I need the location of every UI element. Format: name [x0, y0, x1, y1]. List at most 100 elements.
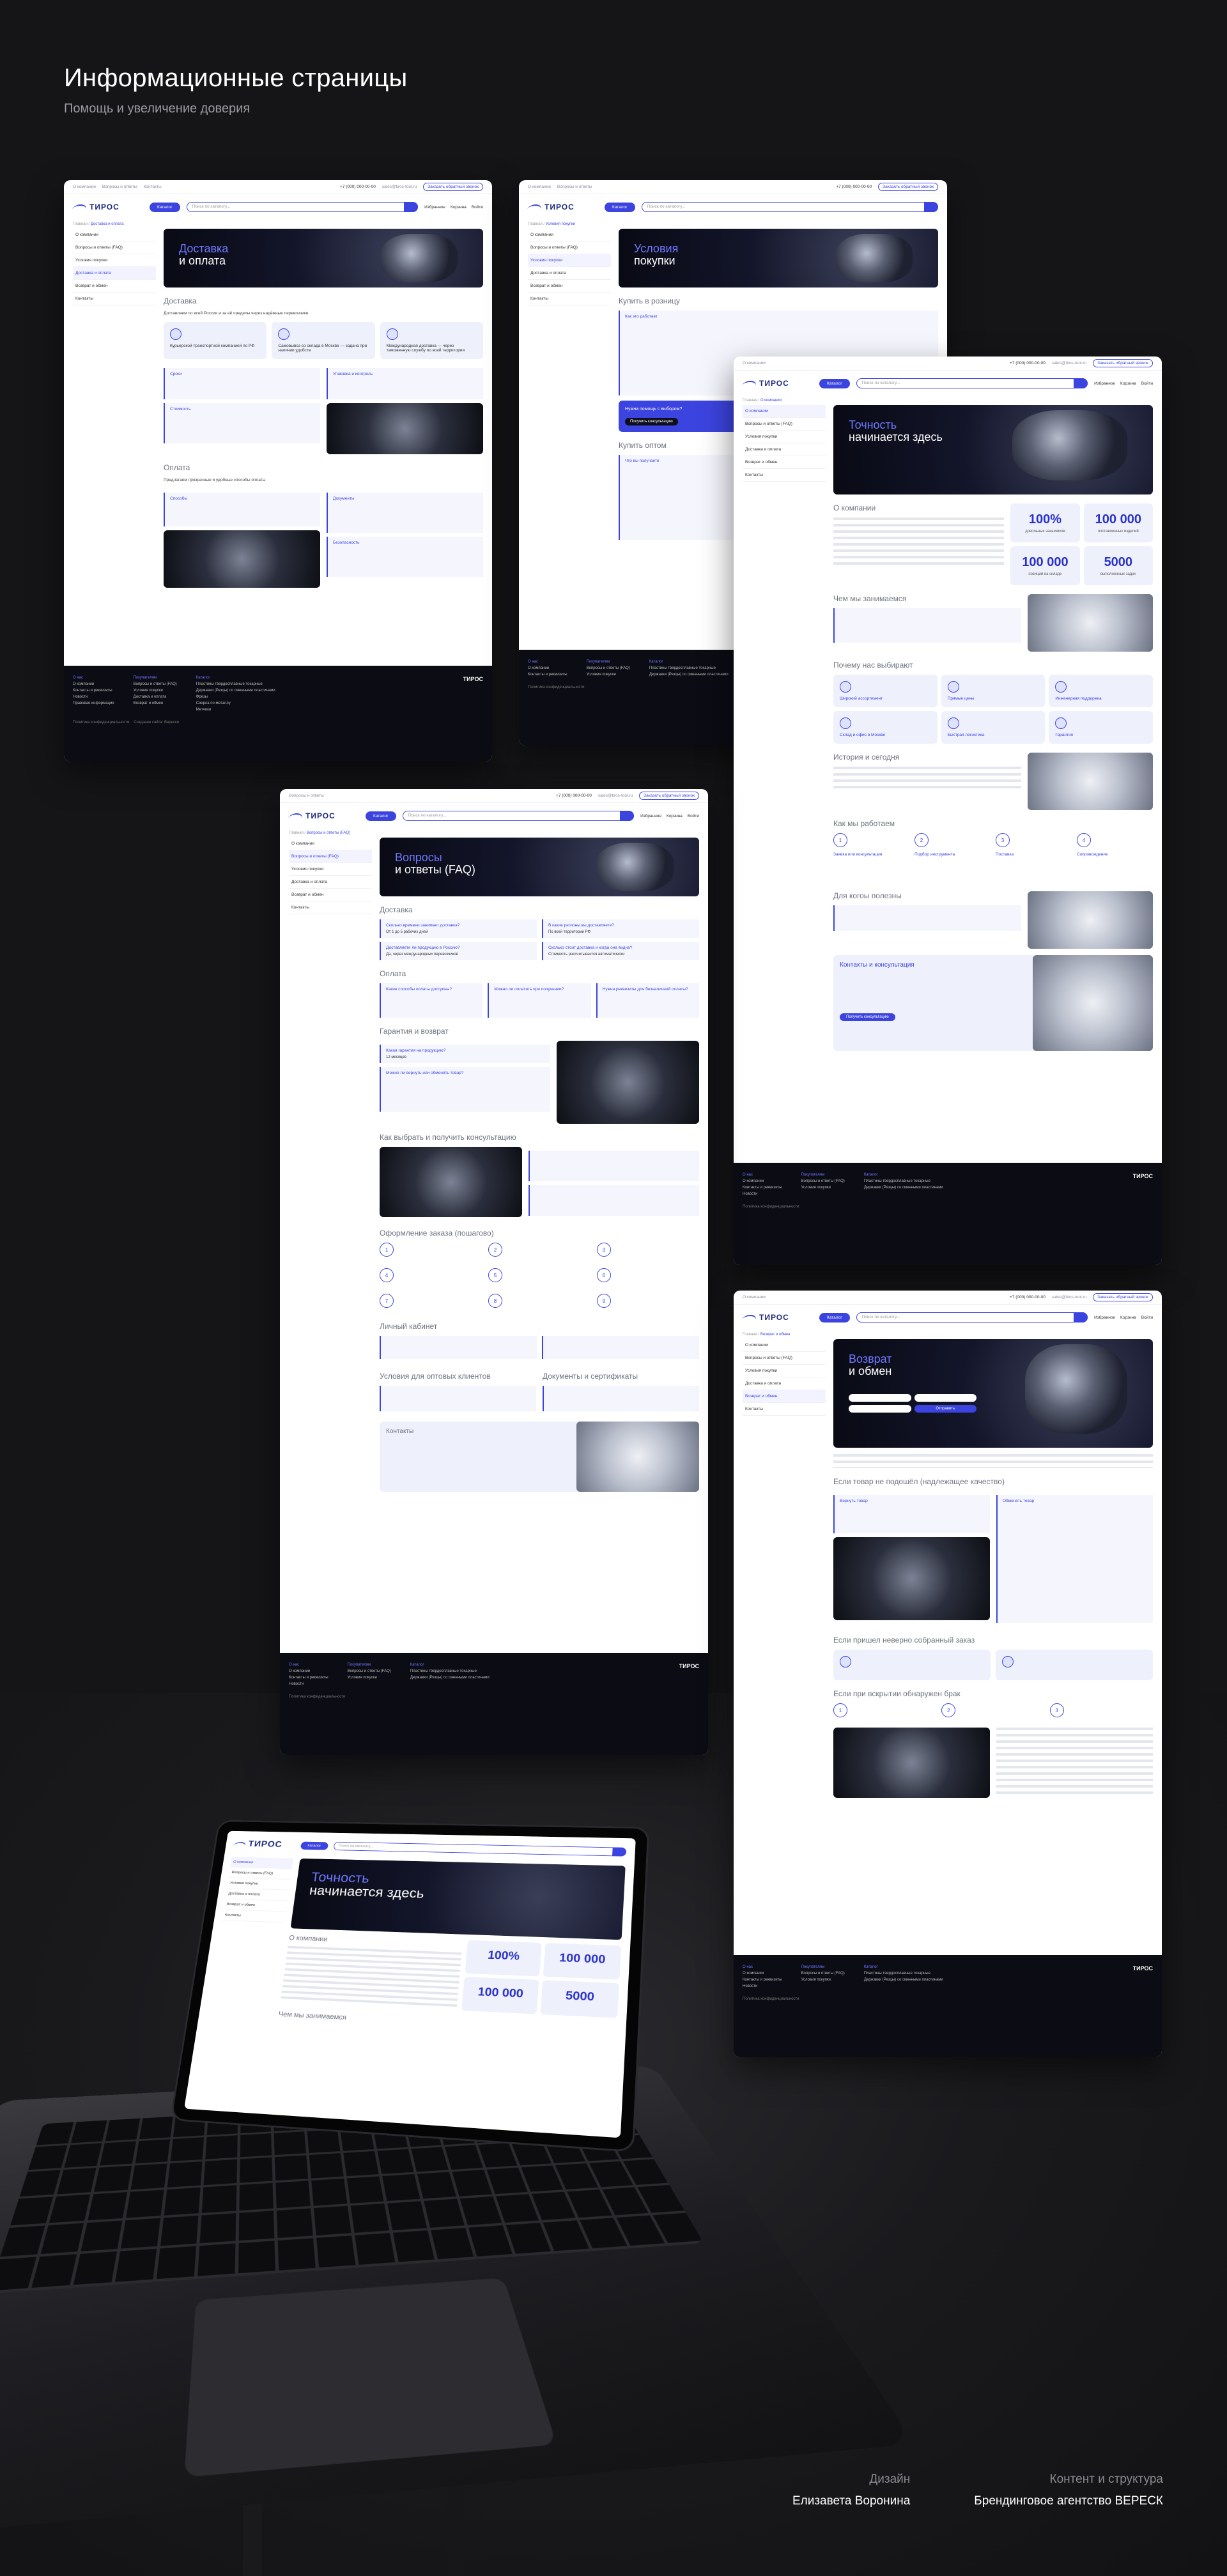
- logo[interactable]: ТИРОС: [289, 811, 359, 820]
- footer-link[interactable]: Новости: [743, 1984, 782, 1988]
- faq-item[interactable]: Доставляете ли продукцию в Россию? Да, че…: [380, 942, 537, 960]
- footer-link[interactable]: Пластины твердосплавные токарные: [196, 682, 275, 686]
- cart-icon[interactable]: Корзина: [1120, 381, 1136, 386]
- phone[interactable]: +7 (000) 000-00-00: [340, 185, 376, 189]
- callback-button[interactable]: Заказать обратный звонок: [639, 792, 699, 800]
- logo[interactable]: ТИРОС: [743, 379, 813, 388]
- privacy-link[interactable]: Политика конфиденциальности: [289, 1695, 346, 1699]
- faq-item[interactable]: [542, 1336, 699, 1359]
- top-link[interactable]: Вопросы и ответы: [557, 185, 592, 189]
- footer-link[interactable]: Правовая информация: [73, 702, 114, 705]
- footer-link[interactable]: Контакты и реквизиты: [528, 673, 567, 677]
- sidebar-item[interactable]: Доставка и оплата: [743, 443, 826, 456]
- footer-link[interactable]: Метчики: [196, 708, 275, 712]
- submit-button[interactable]: Отправить: [914, 1405, 977, 1413]
- footer-link[interactable]: Условия покупки: [587, 673, 630, 677]
- faq-item[interactable]: Нужна реквизиты для безналичной оплаты?: [596, 983, 699, 1018]
- faq-item[interactable]: Можно ли оплатить при получении?: [488, 983, 590, 1018]
- form-field[interactable]: [849, 1405, 911, 1413]
- footer-link[interactable]: Условия покупки: [801, 1186, 845, 1190]
- footer-link[interactable]: Пластины твердосплавные токарные: [410, 1669, 490, 1673]
- sidebar-item[interactable]: Контакты: [743, 1403, 826, 1416]
- sidebar-item[interactable]: Условия покупки: [73, 254, 156, 267]
- email[interactable]: sales@tiros-tool.ru: [1052, 361, 1086, 365]
- sidebar-item[interactable]: О компании: [289, 838, 372, 850]
- footer-link[interactable]: О компании: [528, 666, 567, 670]
- favorites-icon[interactable]: Избранное: [424, 205, 445, 210]
- callback-button[interactable]: Заказать обратный звонок: [423, 183, 483, 191]
- footer-link[interactable]: Вопросы и ответы (FAQ): [801, 1179, 845, 1183]
- faq-item[interactable]: Сколько времени занимает доставка? От 1 д…: [380, 919, 537, 938]
- cart-icon[interactable]: Корзина: [1120, 1315, 1136, 1320]
- footer-link[interactable]: Вопросы и ответы (FAQ): [134, 682, 177, 686]
- sidebar-item[interactable]: Доставка и оплата: [289, 876, 372, 889]
- sidebar-item-active[interactable]: Вопросы и ответы (FAQ): [289, 850, 372, 863]
- phone[interactable]: +7 (000) 000-00-00: [836, 185, 872, 189]
- footer-link[interactable]: Державки (Резцы) со сменными пластинами: [410, 1676, 490, 1680]
- favorites-icon[interactable]: Избранное: [640, 814, 661, 818]
- catalog-button[interactable]: Каталог: [366, 811, 396, 821]
- privacy-link[interactable]: Политика конфиденциальности: [73, 721, 130, 724]
- top-link[interactable]: О компании: [73, 185, 96, 189]
- sidebar-item[interactable]: Контакты: [289, 901, 372, 914]
- sidebar-item[interactable]: Возврат и обмен: [73, 280, 156, 293]
- footer-link[interactable]: Доставка и оплата: [134, 695, 177, 699]
- logo[interactable]: ТИРОС: [743, 1313, 813, 1322]
- top-link[interactable]: О компании: [528, 185, 551, 189]
- sidebar-item-active[interactable]: О компании: [743, 405, 826, 418]
- cart-icon[interactable]: Корзина: [667, 814, 683, 818]
- sidebar-item[interactable]: Вопросы и ответы (FAQ): [73, 241, 156, 254]
- footer-link[interactable]: Возврат и обмен: [134, 702, 177, 705]
- footer-link[interactable]: Сверла по металлу: [196, 702, 275, 705]
- sidebar-item[interactable]: Контакты: [222, 1910, 286, 1922]
- sidebar-item[interactable]: Контакты: [73, 293, 156, 305]
- sidebar-item-active[interactable]: Условия покупки: [528, 254, 611, 267]
- sidebar-item-active[interactable]: Доставка и оплата: [73, 267, 156, 280]
- callback-button[interactable]: Заказать обратный звонок: [1093, 1293, 1153, 1301]
- email[interactable]: sales@tiros-tool.ru: [382, 185, 417, 189]
- footer-link[interactable]: Державки (Резцы) со сменными пластинами: [649, 673, 729, 677]
- faq-item[interactable]: Можно ли вернуть или обменять товар?: [380, 1067, 550, 1112]
- faq-item[interactable]: Какая гарантия на продукцию? 12 месяцев: [380, 1045, 550, 1063]
- footer-link[interactable]: Вопросы и ответы (FAQ): [348, 1669, 391, 1673]
- sidebar-item[interactable]: О компании: [528, 229, 611, 241]
- callback-button[interactable]: Заказать обратный звонок: [878, 183, 938, 191]
- catalog-button[interactable]: Каталог: [150, 203, 180, 212]
- sidebar-item[interactable]: Контакты: [528, 293, 611, 305]
- top-link[interactable]: Вопросы и ответы: [289, 793, 324, 798]
- sidebar-item[interactable]: О компании: [743, 1339, 826, 1352]
- form-field[interactable]: [914, 1394, 977, 1402]
- footer-link[interactable]: Условия покупки: [348, 1676, 391, 1680]
- search-input[interactable]: Поиск по каталогу...: [856, 378, 1088, 388]
- footer-link[interactable]: Пластины твердосплавные токарные: [864, 1972, 943, 1975]
- sidebar-item[interactable]: Вопросы и ответы (FAQ): [743, 418, 826, 431]
- privacy-link[interactable]: Политика конфиденциальности: [743, 1997, 799, 2001]
- catalog-button[interactable]: Каталог: [819, 379, 850, 388]
- footer-link[interactable]: Новости: [73, 695, 114, 699]
- footer-link[interactable]: Новости: [743, 1192, 782, 1196]
- footer-link[interactable]: О компании: [289, 1669, 328, 1673]
- faq-item[interactable]: [543, 1386, 699, 1411]
- login-icon[interactable]: Войти: [1141, 381, 1153, 386]
- sidebar-item[interactable]: Возврат и обмен: [743, 456, 826, 469]
- sidebar-item[interactable]: О компании: [73, 229, 156, 241]
- footer-link[interactable]: Новости: [289, 1682, 328, 1686]
- login-icon[interactable]: Войти: [1141, 1315, 1153, 1320]
- email[interactable]: sales@tiros-tool.ru: [598, 793, 633, 798]
- search-input[interactable]: Поиск по каталогу...: [856, 1312, 1088, 1322]
- sidebar-item[interactable]: Вопросы и ответы (FAQ): [743, 1352, 826, 1365]
- search-input[interactable]: Поиск по каталогу...: [187, 202, 418, 212]
- faq-item[interactable]: Сколько стоит доставка и когда она видна…: [542, 942, 699, 960]
- faq-item[interactable]: Какие способы оплаты доступны?: [380, 983, 482, 1018]
- footer-link[interactable]: Вопросы и ответы (FAQ): [587, 666, 630, 670]
- sidebar-item[interactable]: Возврат и обмен: [528, 280, 611, 293]
- footer-link[interactable]: Вопросы и ответы (FAQ): [801, 1972, 845, 1975]
- footer-link[interactable]: Пластины твердосплавные токарные: [864, 1179, 943, 1183]
- footer-link[interactable]: Державки (Резцы) со сменными пластинами: [864, 1978, 943, 1982]
- footer-link[interactable]: Условия покупки: [134, 689, 177, 693]
- footer-link[interactable]: Державки (Резцы) со сменными пластинами: [864, 1186, 943, 1190]
- sidebar-item[interactable]: Контакты: [743, 469, 826, 482]
- login-icon[interactable]: Войти: [688, 814, 699, 818]
- login-icon[interactable]: Войти: [472, 205, 483, 210]
- catalog-button[interactable]: Каталог: [605, 203, 635, 212]
